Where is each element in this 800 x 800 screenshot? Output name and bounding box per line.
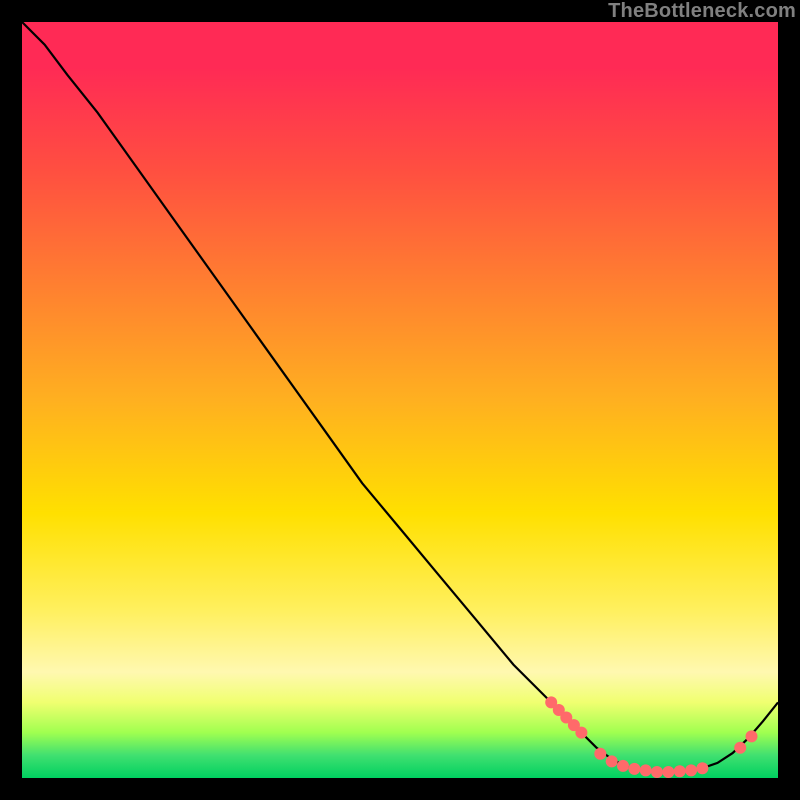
curve-dots (545, 696, 757, 778)
plot-area (22, 22, 778, 778)
curve-dot (628, 763, 640, 775)
curve-layer (22, 22, 778, 778)
curve-dot (640, 764, 652, 776)
curve-dot (746, 730, 758, 742)
watermark-text: TheBottleneck.com (608, 0, 796, 23)
curve-dot (734, 742, 746, 754)
curve-dot (606, 755, 618, 767)
curve-dot (617, 760, 629, 772)
curve-dot (575, 727, 587, 739)
curve-dot (696, 762, 708, 774)
chart-stage: TheBottleneck.com (0, 0, 800, 800)
curve-dot (662, 766, 674, 778)
curve-dot (674, 765, 686, 777)
curve-dot (594, 748, 606, 760)
bottleneck-curve (22, 22, 778, 772)
curve-dot (685, 764, 697, 776)
curve-dot (651, 766, 663, 778)
